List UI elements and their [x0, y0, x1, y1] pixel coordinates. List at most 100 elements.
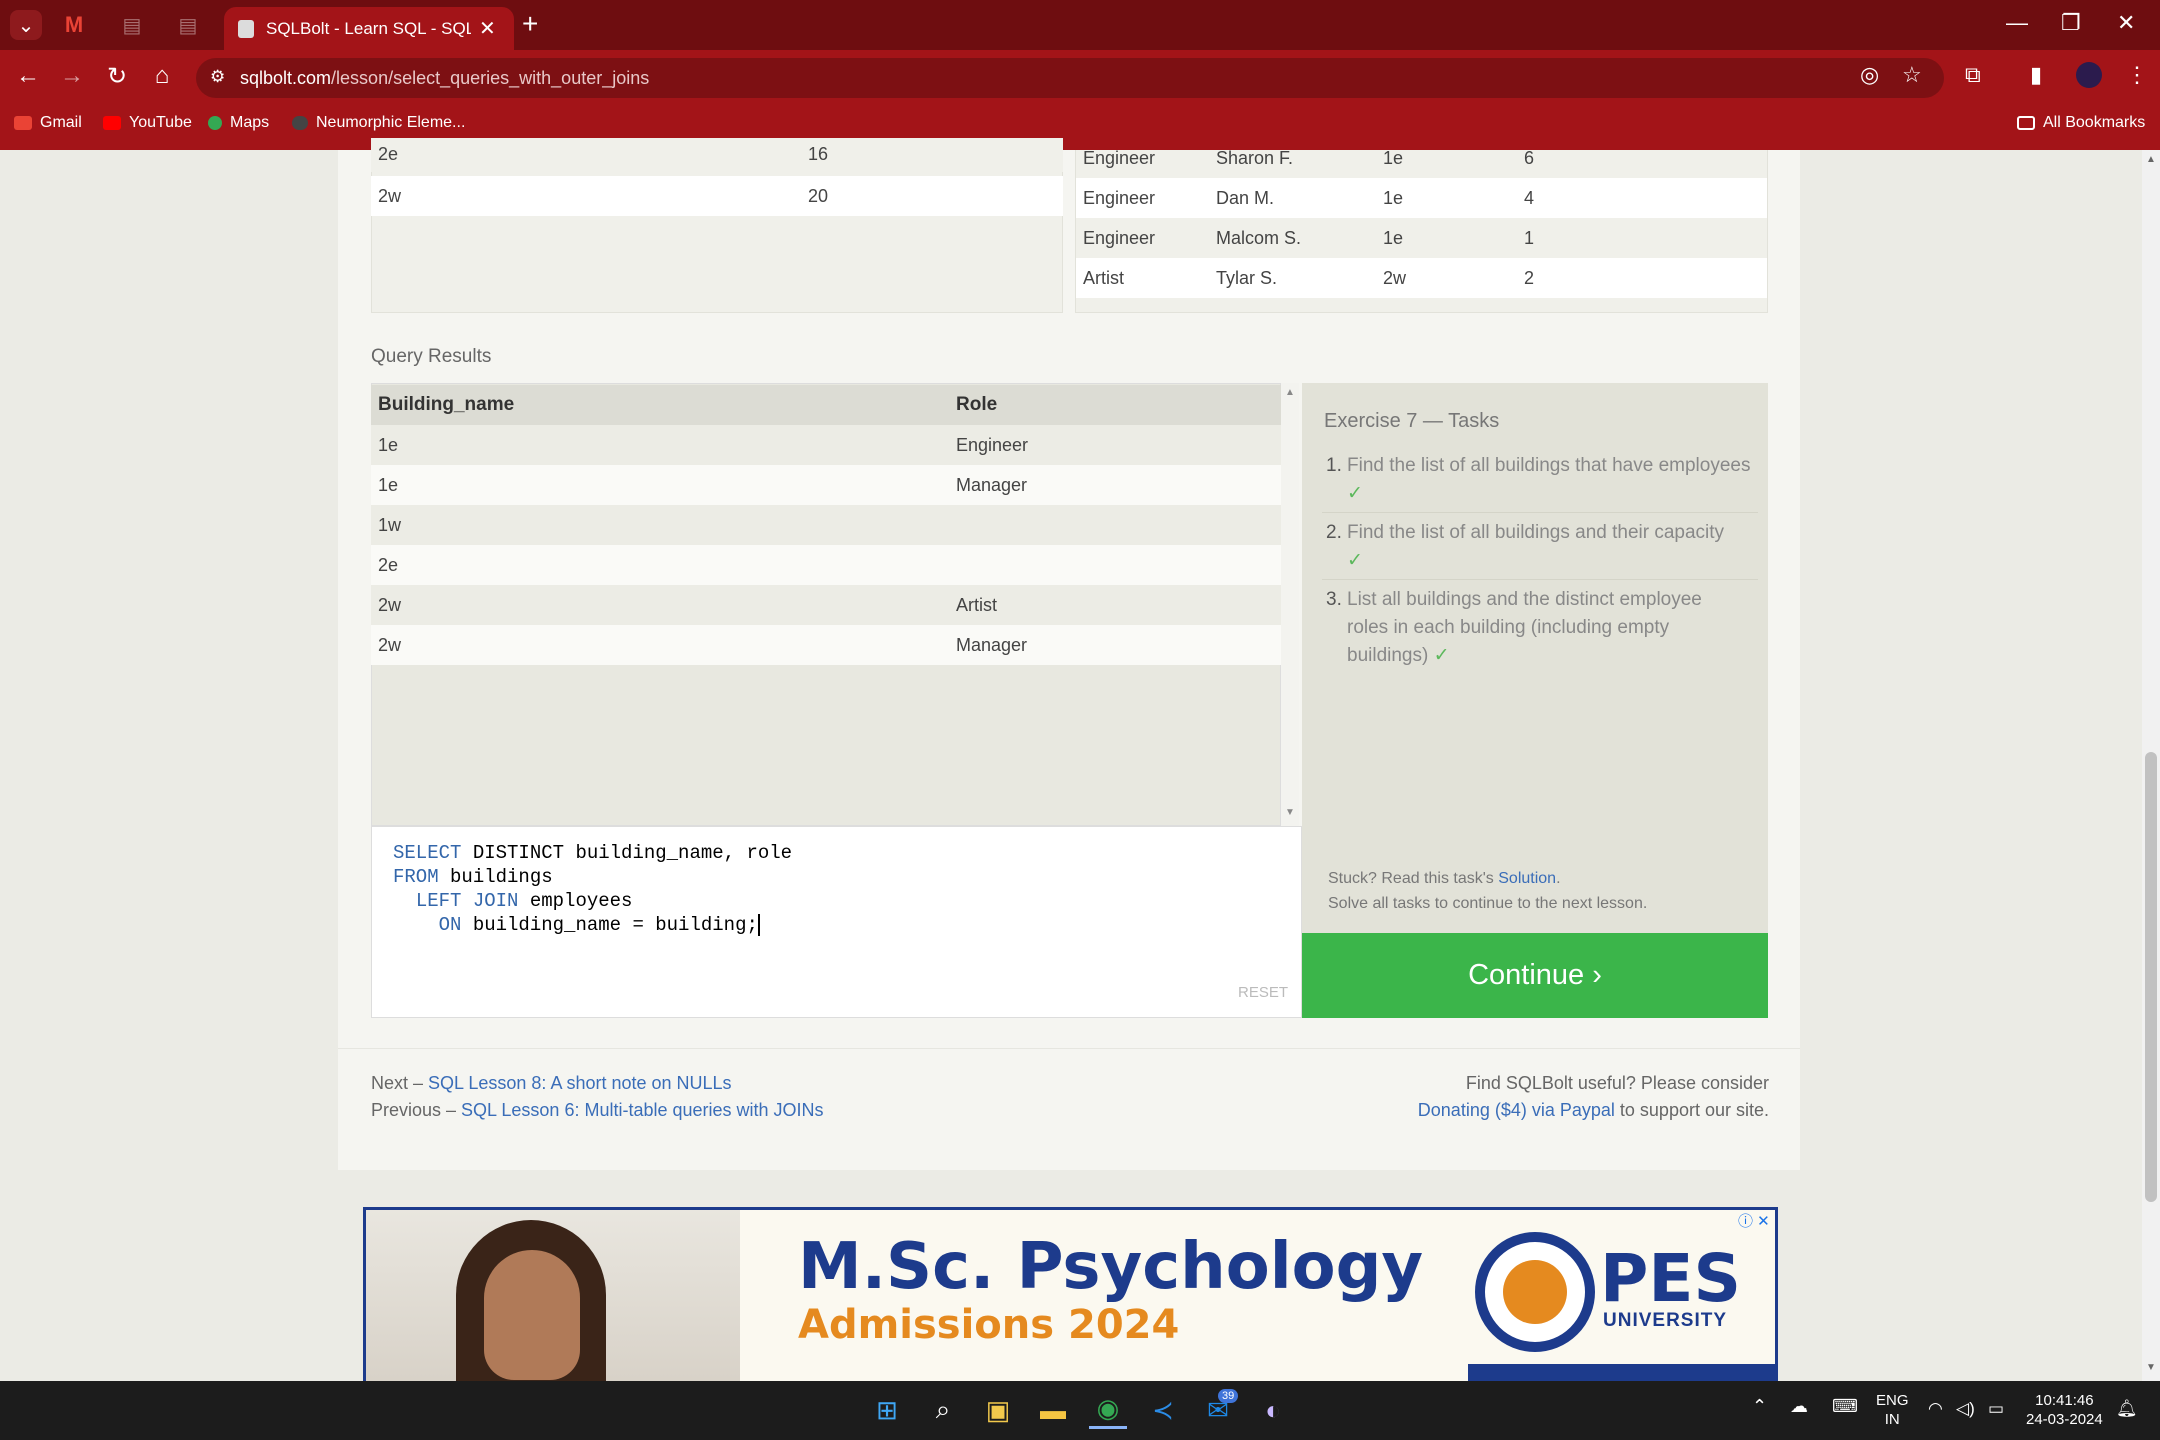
table-row: Engineer Sharon F. 1e 6: [1076, 150, 1767, 178]
cell-name: Sharon F.: [1216, 150, 1294, 168]
notification-badge: 39: [1218, 1389, 1239, 1403]
bookmark-neumorphic[interactable]: Neumorphic Eleme...: [292, 114, 465, 132]
eclipse-icon[interactable]: ◐: [1254, 1391, 1292, 1429]
sqlbolt-favicon-icon: [238, 19, 254, 38]
vscode-icon[interactable]: ≺: [1144, 1391, 1182, 1429]
ad-headline: M.Sc. Psychology: [798, 1230, 1424, 1304]
forward-icon[interactable]: →: [56, 62, 88, 90]
bookmark-label: Maps: [230, 114, 270, 131]
next-lesson-link[interactable]: SQL Lesson 8: A short note on NULLs: [428, 1073, 732, 1093]
sql-editor[interactable]: SELECT DISTINCT building_name, role FROM…: [371, 826, 1302, 1018]
eye-off-icon[interactable]: ◎: [1860, 62, 1879, 88]
file-explorer-icon[interactable]: ▬: [1034, 1391, 1072, 1429]
task-text: Find the list of all buildings that have…: [1347, 455, 1751, 476]
header-role: Role: [956, 394, 998, 415]
cloud-icon[interactable]: ☁: [1790, 1397, 1808, 1416]
text-cursor: [757, 914, 760, 936]
address-bar[interactable]: ⚙ sqlbolt.com/lesson/select_queries_with…: [196, 58, 1944, 98]
home-icon[interactable]: ⌂: [146, 62, 178, 90]
volume-icon[interactable]: ◁): [1956, 1399, 1975, 1418]
star-icon[interactable]: ☆: [1902, 62, 1922, 88]
start-icon[interactable]: ⊞: [868, 1391, 906, 1429]
menu-icon[interactable]: ⋮: [2126, 62, 2148, 88]
cell-name: Tylar S.: [1216, 267, 1278, 288]
all-bookmarks[interactable]: All Bookmarks: [2017, 114, 2145, 132]
bookmark-label: YouTube: [129, 114, 192, 131]
restore-icon[interactable]: ❐: [2061, 10, 2081, 36]
lang-code: ENG: [1876, 1392, 1909, 1409]
cell-building: 1e: [1383, 150, 1404, 168]
donate-box: Find SQLBolt useful? Please consider Don…: [1400, 1070, 1769, 1124]
tab-search-icon[interactable]: ⌄: [10, 10, 42, 40]
cell-role: Artist: [956, 594, 998, 615]
page-scroll-thumb[interactable]: [2145, 752, 2157, 1202]
pinned-tab-icon[interactable]: ▤: [116, 10, 148, 40]
gmail-tab-icon[interactable]: M: [58, 10, 90, 40]
bookmark-label: Neumorphic Eleme...: [316, 114, 466, 131]
new-tab-icon[interactable]: +: [522, 8, 538, 40]
solution-link[interactable]: Solution: [1498, 870, 1556, 887]
reset-button[interactable]: RESET: [1238, 984, 1288, 1001]
pinned-tab-icon[interactable]: ▤: [172, 10, 204, 40]
cell-years: 1: [1524, 227, 1535, 248]
search-icon[interactable]: ⌕: [924, 1391, 962, 1429]
clock[interactable]: 10:41:46 24-03-2024: [2026, 1391, 2103, 1429]
bookmark-maps[interactable]: Maps: [208, 114, 269, 132]
cell-name: Dan M.: [1216, 187, 1275, 208]
bookmark-label: Gmail: [40, 114, 82, 131]
scroll-up-icon[interactable]: ▲: [1285, 387, 1295, 398]
cell-name: Malcom S.: [1216, 227, 1302, 248]
cell-building: 2w: [378, 185, 402, 206]
cell-building: 1e: [1383, 227, 1404, 248]
minimize-icon[interactable]: —: [2006, 10, 2028, 36]
store-icon[interactable]: ▣: [979, 1391, 1017, 1429]
language-indicator[interactable]: ENG IN: [1876, 1391, 1909, 1429]
close-window-icon[interactable]: ✕: [2117, 10, 2135, 36]
cell-capacity: 20: [808, 185, 829, 206]
results-scrollbar[interactable]: ▲ ▼: [1281, 383, 1299, 826]
cell-role: Engineer: [956, 434, 1029, 455]
sidepanel-icon[interactable]: ▮: [2030, 62, 2042, 88]
all-bookmarks-label: All Bookmarks: [2043, 114, 2146, 131]
check-icon: ✓: [1347, 483, 1363, 504]
wifi-icon[interactable]: ◠: [1928, 1399, 1943, 1418]
reload-icon[interactable]: ↻: [101, 62, 133, 91]
avatar[interactable]: [2076, 62, 2102, 88]
table-row: 1e Manager: [371, 465, 1281, 505]
scroll-up-icon[interactable]: ▲: [2146, 154, 2156, 165]
prev-lesson-link[interactable]: SQL Lesson 6: Multi-table queries with J…: [461, 1100, 824, 1120]
back-icon[interactable]: ←: [12, 62, 44, 90]
scroll-down-icon[interactable]: ▼: [2146, 1362, 2156, 1373]
continue-button[interactable]: Continue ›: [1302, 933, 1768, 1018]
close-tab-icon[interactable]: ✕: [479, 16, 496, 41]
stuck-text: Stuck? Read this task's: [1328, 870, 1499, 887]
check-icon: ✓: [1433, 645, 1450, 666]
scroll-down-icon[interactable]: ▼: [1285, 807, 1295, 818]
table-row: 2w 20: [371, 176, 1063, 216]
battery-icon[interactable]: ▭: [1988, 1399, 2004, 1418]
next-prefix: Next –: [371, 1073, 429, 1093]
query-results-label: Query Results: [371, 346, 492, 367]
site-info-icon[interactable]: ⚙: [210, 67, 225, 87]
ad-choices-icon[interactable]: ⓘ ✕: [1738, 1210, 1770, 1231]
bookmark-youtube[interactable]: YouTube: [103, 114, 192, 132]
bookmark-gmail[interactable]: Gmail: [14, 114, 82, 132]
extensions-icon[interactable]: ⧉: [1965, 62, 1981, 88]
donate-end: to support our site.: [1614, 1100, 1769, 1120]
header-building-name: Building_name: [378, 394, 515, 415]
sql-text: buildings: [438, 866, 553, 888]
task-number: 2.: [1326, 522, 1342, 543]
keyboard-icon[interactable]: ⌨: [1832, 1397, 1858, 1416]
chrome-icon[interactable]: ◉: [1089, 1391, 1127, 1429]
divider: [1322, 512, 1758, 513]
ad-brand: PES: [1600, 1240, 1741, 1317]
active-tab[interactable]: SQLBolt - Learn SQL - SQL Less ✕: [224, 7, 514, 50]
chevron-up-icon[interactable]: ⌃: [1752, 1397, 1767, 1416]
cell-building-name: 2e: [378, 554, 399, 575]
cell-building-name: 1e: [378, 434, 399, 455]
task-text: Find the list of all buildings and their…: [1347, 522, 1725, 543]
donate-link[interactable]: Donating ($4) via Paypal: [1418, 1100, 1615, 1120]
notification-bell-icon[interactable]: 🔔︎: [2116, 1399, 2138, 1418]
task-item: 2. Find the list of all buildings and th…: [1326, 519, 1756, 575]
cell-role: Manager: [956, 634, 1028, 655]
